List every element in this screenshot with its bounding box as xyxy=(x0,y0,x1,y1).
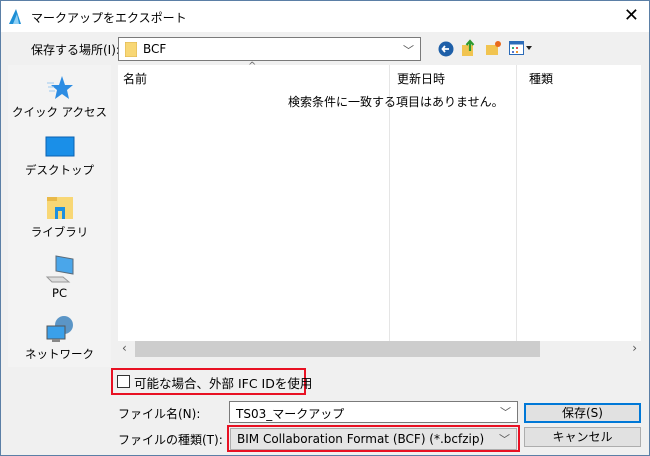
chevron-down-icon: ﹀ xyxy=(403,44,414,57)
checkbox-box[interactable] xyxy=(117,375,130,388)
location-value: BCF xyxy=(143,42,167,56)
close-icon[interactable]: ✕ xyxy=(624,5,639,26)
sidebar-label: クイック アクセス xyxy=(11,105,108,119)
back-icon[interactable] xyxy=(438,41,454,57)
column-divider[interactable] xyxy=(516,65,517,341)
sidebar-item-desktop[interactable]: デスクトップ xyxy=(8,135,111,178)
horizontal-scrollbar[interactable]: ‹ › xyxy=(118,341,641,359)
empty-message: 検索条件に一致する項目はありません。 xyxy=(288,95,504,109)
sidebar-item-library[interactable]: ライブラリ xyxy=(8,195,111,240)
filename-input[interactable]: TS03_マークアップ ﹀ xyxy=(229,401,518,423)
column-header-modified[interactable]: 更新日時 xyxy=(397,70,445,87)
sidebar-label: ネットワーク xyxy=(25,347,94,361)
sidebar-label: PC xyxy=(52,286,67,300)
save-button[interactable]: 保存(S) xyxy=(524,403,641,423)
location-label: 保存する場所(I): xyxy=(31,43,120,57)
places-sidebar: クイック アクセス デスクトップ ライブラリ PC ネットワーク xyxy=(8,65,111,367)
sidebar-label: ライブラリ xyxy=(30,225,89,239)
scroll-left-icon[interactable]: ‹ xyxy=(122,341,127,355)
export-markup-dialog: マークアップをエクスポート ✕ 保存する場所(I): BCF ﹀ クイック アク… xyxy=(0,0,650,456)
desktop-icon xyxy=(45,136,74,157)
filename-value: TS03_マークアップ xyxy=(236,407,345,421)
chevron-down-icon[interactable]: ﹀ xyxy=(499,431,510,447)
filetype-dropdown[interactable]: BIM Collaboration Format (BCF) (*.bcfzip… xyxy=(230,428,517,450)
filetype-label: ファイルの種類(T): xyxy=(118,433,223,447)
scroll-right-icon[interactable]: › xyxy=(632,341,637,355)
sidebar-item-pc[interactable]: PC xyxy=(8,255,111,300)
view-menu-icon[interactable] xyxy=(509,41,533,56)
column-header-type[interactable]: 種類 xyxy=(529,70,553,87)
title-bar: マークアップをエクスポート ✕ xyxy=(1,1,649,32)
library-icon xyxy=(46,197,73,219)
app-icon xyxy=(9,9,21,24)
sidebar-label: デスクトップ xyxy=(25,163,94,177)
cancel-button[interactable]: キャンセル xyxy=(524,427,641,447)
star-icon xyxy=(46,76,73,99)
location-dropdown[interactable]: BCF ﹀ xyxy=(118,37,421,61)
filename-label: ファイル名(N): xyxy=(118,407,201,421)
sort-arrow-icon: ^ xyxy=(248,61,257,72)
network-icon xyxy=(46,316,73,342)
new-folder-icon[interactable] xyxy=(485,40,502,56)
folder-icon xyxy=(125,42,137,57)
file-list[interactable]: ^ 名前 更新日時 種類 検索条件に一致する項目はありません。 ‹ › xyxy=(118,61,641,359)
up-folder-icon[interactable] xyxy=(461,39,477,57)
chevron-down-icon[interactable]: ﹀ xyxy=(500,404,511,420)
column-header-name[interactable]: 名前 xyxy=(123,70,147,87)
sidebar-item-network[interactable]: ネットワーク xyxy=(8,315,111,362)
pc-icon xyxy=(45,255,73,283)
sidebar-item-quick-access[interactable]: クイック アクセス xyxy=(8,75,111,120)
filetype-value: BIM Collaboration Format (BCF) (*.bcfzip… xyxy=(237,432,485,446)
window-title: マークアップをエクスポート xyxy=(31,11,187,25)
checkbox-label: 可能な場合、外部 IFC IDを使用 xyxy=(134,376,313,391)
scrollbar-thumb[interactable] xyxy=(135,341,540,357)
